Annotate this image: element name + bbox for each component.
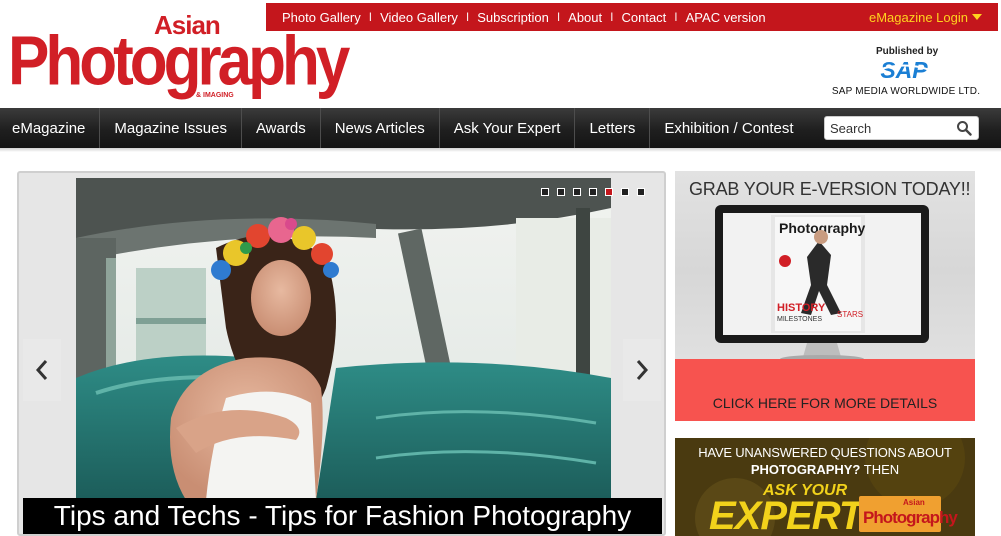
chevron-right-icon (636, 360, 649, 380)
ask-expert-line1: HAVE UNANSWERED QUESTIONS ABOUT (698, 445, 952, 460)
ask-expert-promo[interactable]: HAVE UNANSWERED QUESTIONS ABOUT PHOTOGRA… (675, 438, 975, 536)
top-nav-apac-version[interactable]: APAC version (686, 10, 766, 25)
fashion-photo-image (76, 178, 611, 500)
top-nav-video-gallery[interactable]: Video Gallery (380, 10, 458, 25)
logo-imaging-text: & IMAGING (196, 92, 234, 99)
search-input[interactable] (825, 117, 953, 139)
top-nav-separator: I (368, 10, 373, 24)
e-version-promo[interactable]: GRAB YOUR E-VERSION TODAY!! Photography … (675, 171, 975, 421)
logo-photography-text: Photography (8, 23, 350, 101)
nav-ask-your-expert[interactable]: Ask Your Expert (440, 108, 576, 148)
ask-expert-line2-rest: THEN (860, 462, 900, 477)
top-nav-links: Photo Gallery I Video Gallery I Subscrip… (282, 10, 869, 25)
publisher-block: Published by SAP SAP MEDIA WORLDWIDE LTD… (830, 44, 982, 100)
slider-dot[interactable] (621, 188, 629, 196)
top-nav-subscription[interactable]: Subscription (477, 10, 549, 25)
emagazine-login-label: eMagazine Login (868, 9, 968, 25)
top-nav-about[interactable]: About (568, 10, 602, 25)
published-by-label: Published by (876, 46, 939, 57)
cover-sub: MILESTONES (777, 316, 822, 323)
ask-expert-line2-bold: PHOTOGRAPHY? (750, 462, 861, 477)
slider-dot-active[interactable] (605, 188, 613, 196)
nav-magazine-issues[interactable]: Magazine Issues (100, 108, 242, 148)
featured-slider: Tips and Techs - Tips for Fashion Photog… (17, 171, 666, 536)
slide-caption[interactable]: Tips and Techs - Tips for Fashion Photog… (23, 498, 662, 534)
cover-stars: STARS (837, 310, 863, 319)
slider-dot[interactable] (589, 188, 597, 196)
asian-photography-logo[interactable]: Asian Photography & IMAGING (8, 8, 350, 104)
slider-dot[interactable] (637, 188, 645, 196)
slider-prev-button[interactable] (23, 339, 61, 401)
monitor-image: Photography HISTORY MILESTONES STARS (715, 205, 929, 363)
top-nav-separator: I (674, 10, 678, 24)
mini-logo-asian: Asian (903, 498, 925, 507)
top-nav-separator: I (556, 10, 561, 24)
emagazine-login-dropdown[interactable]: eMagazine Login (869, 10, 982, 25)
mini-logo-photography: Photography (863, 508, 958, 527)
nav-awards[interactable]: Awards (242, 108, 321, 148)
sap-company-name: SAP MEDIA WORLDWIDE LTD. (831, 86, 981, 97)
nav-emagazine[interactable]: eMagazine (0, 108, 101, 148)
top-utility-nav: Photo Gallery I Video Gallery I Subscrip… (266, 3, 998, 31)
nav-news-articles[interactable]: News Articles (321, 108, 440, 148)
ask-expert-line2: PHOTOGRAPHY? THEN (675, 462, 975, 477)
e-version-title: GRAB YOUR E-VERSION TODAY!! (689, 179, 971, 199)
sap-logo-text: SAP (880, 57, 928, 83)
chevron-left-icon (35, 360, 48, 380)
slider-dot[interactable] (541, 188, 549, 196)
mini-magazine-logo: Asian Photography (859, 496, 958, 532)
sap-logo-icon: SAP (874, 57, 934, 83)
nav-letters[interactable]: Letters (575, 108, 651, 148)
top-nav-separator: I (465, 10, 470, 24)
caret-down-icon (972, 14, 982, 20)
slider-dot[interactable] (557, 188, 565, 196)
cover-headline: HISTORY (777, 302, 826, 314)
slider-dot[interactable] (573, 188, 581, 196)
search-icon[interactable] (956, 120, 972, 136)
nav-exhibition-contest[interactable]: Exhibition / Contest (650, 108, 807, 148)
top-nav-separator: I (610, 10, 614, 24)
top-nav-photo-gallery[interactable]: Photo Gallery (282, 10, 361, 25)
slider-pagination (541, 188, 645, 196)
nav-shadow (0, 148, 1001, 152)
expert-text: EXPERT (709, 494, 863, 536)
search-box (824, 116, 979, 140)
site-header: Asian Photography & IMAGING Photo Galler… (0, 0, 1001, 108)
slider-next-button[interactable] (623, 339, 661, 401)
e-version-cta-button[interactable]: CLICK HERE FOR MORE DETAILS (675, 359, 975, 421)
e-version-cta-label: CLICK HERE FOR MORE DETAILS (712, 395, 938, 411)
top-nav-contact[interactable]: Contact (621, 10, 666, 25)
